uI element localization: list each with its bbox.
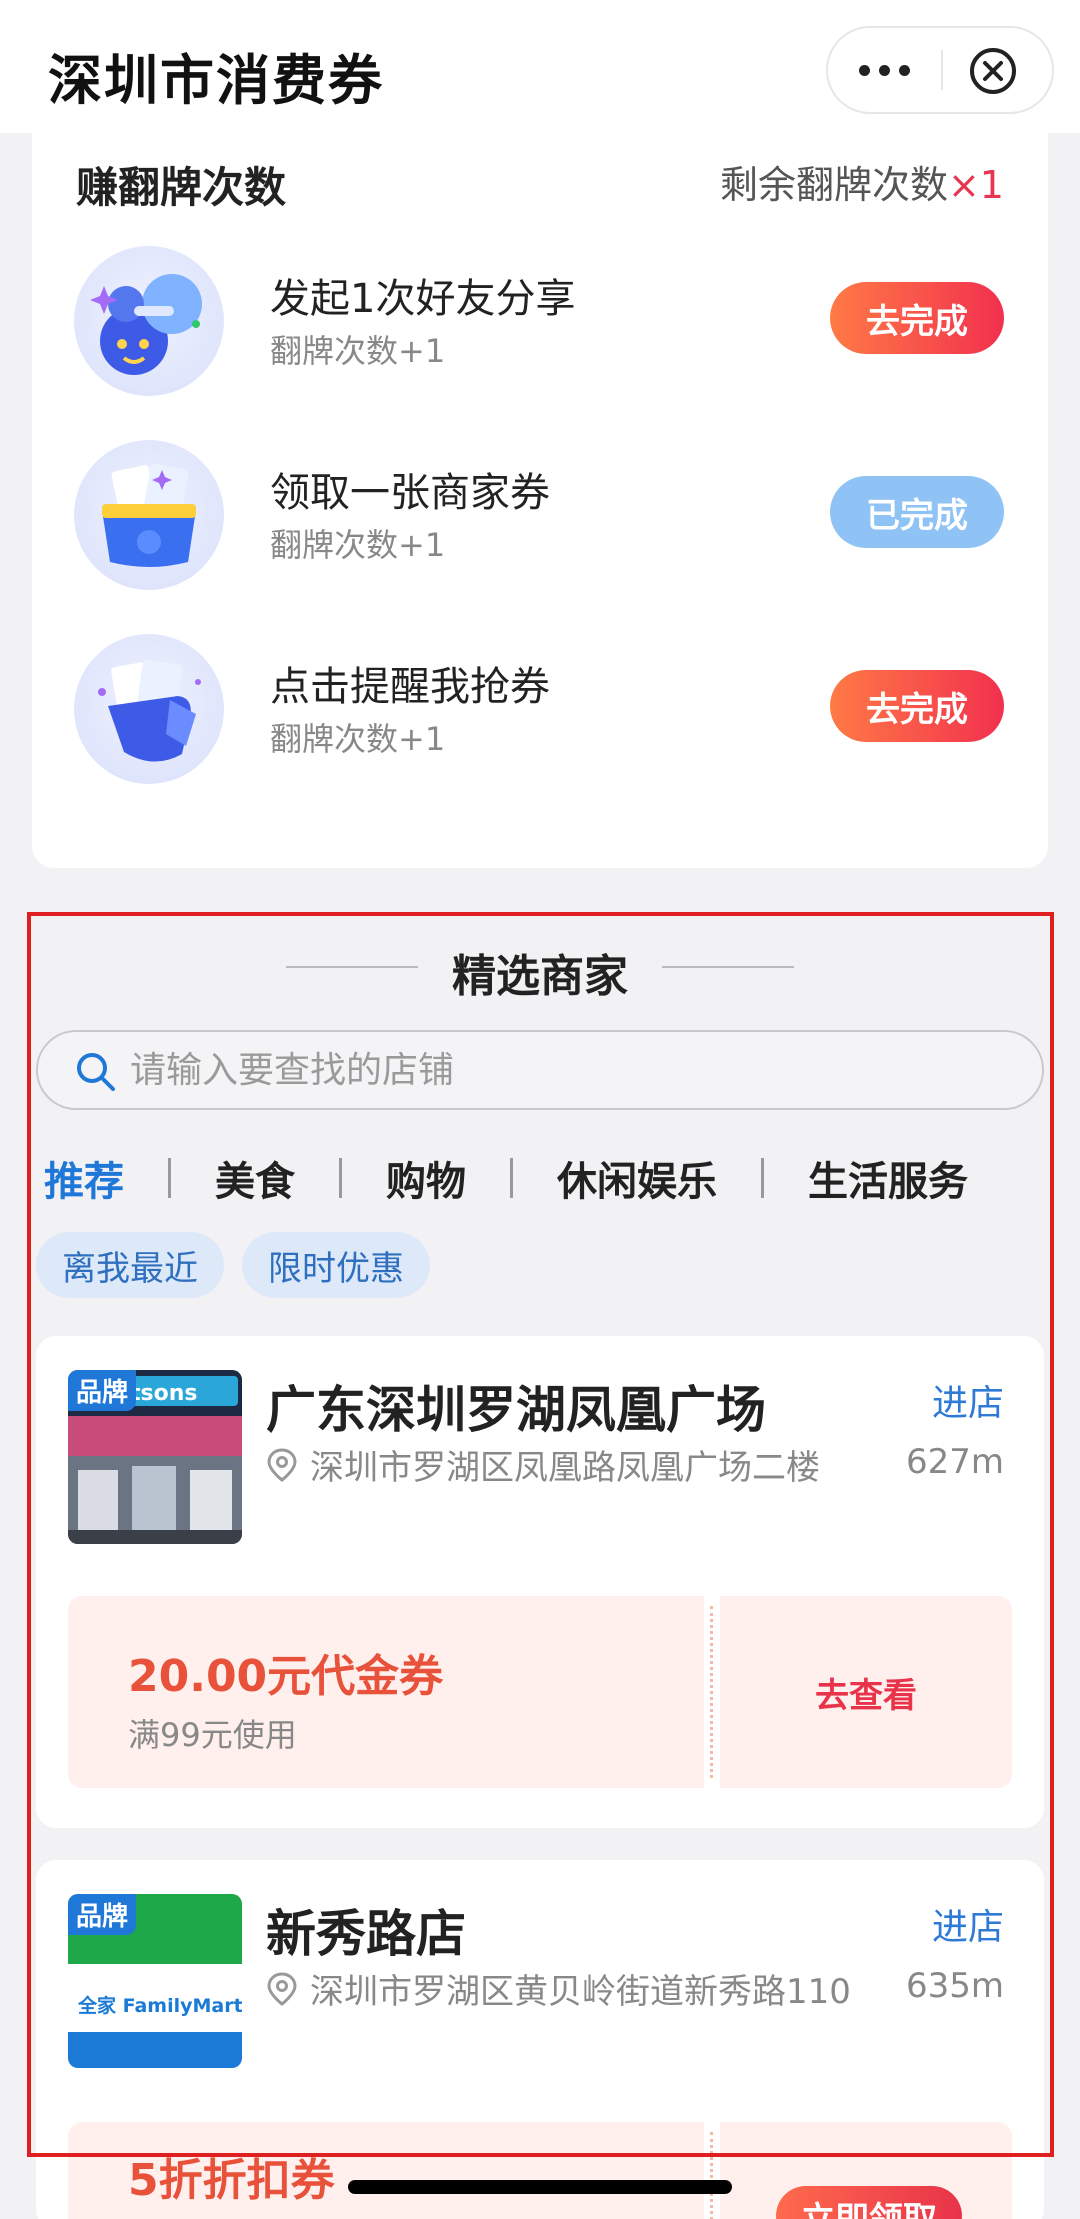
share-friends-icon	[74, 246, 224, 396]
task-row: 点击提醒我抢券 翻牌次数+1 去完成	[32, 634, 1048, 804]
home-indicator	[348, 2180, 732, 2194]
task-done-button[interactable]: 已完成	[830, 476, 1004, 548]
mini-program-capsule	[826, 26, 1054, 114]
reminder-coupon-icon	[74, 634, 224, 784]
merchant-coupon-icon	[74, 440, 224, 590]
remaining-flips: 剩余翻牌次数×1	[720, 154, 1004, 209]
task-name: 点击提醒我抢券	[270, 664, 550, 710]
claim-coupon-button[interactable]: 立即领取	[776, 2186, 962, 2219]
page-title: 深圳市消费券	[48, 49, 384, 112]
earn-flips-title: 赚翻牌次数	[76, 163, 287, 212]
task-reward: 翻牌次数+1	[270, 526, 446, 564]
more-dot-icon	[859, 64, 870, 76]
task-complete-button[interactable]: 去完成	[830, 282, 1004, 354]
close-button[interactable]	[968, 46, 1018, 96]
task-complete-button[interactable]: 去完成	[830, 670, 1004, 742]
task-row: 领取一张商家券 翻牌次数+1 已完成	[32, 440, 1048, 610]
more-dot-icon	[879, 64, 890, 76]
task-name: 领取一张商家券	[270, 470, 550, 516]
remaining-flips-count: ×1	[947, 163, 1004, 207]
more-options-button[interactable]	[828, 28, 941, 112]
task-name: 发起1次好友分享	[270, 276, 576, 322]
task-reward: 翻牌次数+1	[270, 720, 446, 758]
task-reward: 翻牌次数+1	[270, 332, 446, 370]
highlight-frame	[27, 912, 1054, 2157]
remaining-flips-label: 剩余翻牌次数	[719, 163, 948, 207]
earn-flips-card: 赚翻牌次数 剩余翻牌次数×1 发起1次好友分享 翻牌次数+1 去完成 领取一张商…	[32, 118, 1048, 868]
capsule-divider	[941, 50, 943, 90]
more-dot-icon	[899, 64, 910, 76]
close-circle-icon	[970, 48, 1016, 94]
top-bar: 深圳市消费券	[0, 0, 1080, 133]
task-row: 发起1次好友分享 翻牌次数+1 去完成	[32, 246, 1048, 416]
